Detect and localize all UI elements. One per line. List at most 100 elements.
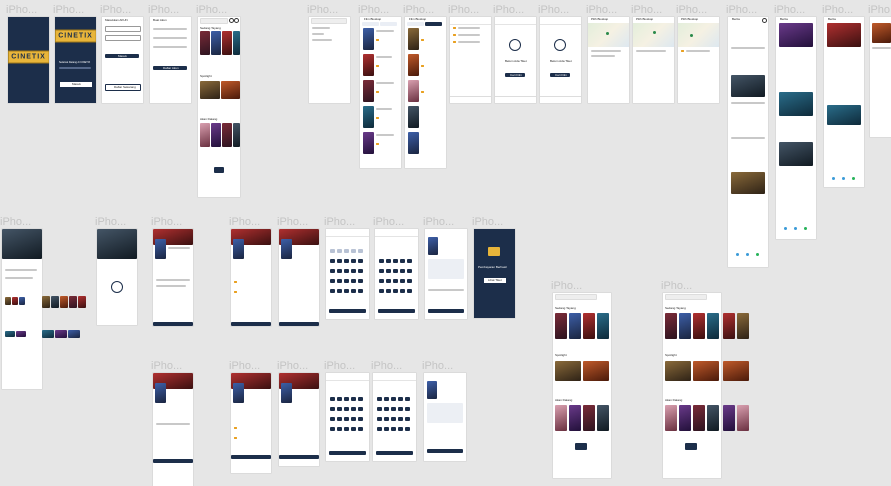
share-icon[interactable] (852, 177, 855, 180)
pay-button[interactable] (428, 309, 464, 313)
seat[interactable] (407, 279, 412, 283)
movie-poster[interactable] (583, 313, 595, 339)
movie-poster[interactable] (363, 80, 374, 102)
user-icon[interactable] (234, 18, 239, 23)
search-field[interactable] (311, 18, 347, 24)
seat[interactable] (330, 289, 335, 293)
movie-poster[interactable] (363, 106, 374, 128)
buy-ticket-button[interactable] (279, 322, 319, 326)
film-thumb[interactable] (16, 331, 26, 337)
movie-poster[interactable] (737, 405, 749, 431)
cinema-map[interactable] (678, 23, 719, 47)
seat[interactable] (337, 269, 342, 273)
search-input[interactable] (555, 294, 597, 300)
seat[interactable] (351, 269, 356, 273)
seat[interactable] (344, 427, 349, 431)
movie-poster[interactable] (737, 313, 749, 339)
share-icon[interactable] (784, 227, 787, 230)
seat[interactable] (400, 279, 405, 283)
seat[interactable] (330, 427, 335, 431)
movie-poster[interactable] (569, 313, 581, 339)
seat[interactable] (344, 407, 349, 411)
seat[interactable] (386, 269, 391, 273)
buy-ticket-button[interactable] (279, 455, 319, 459)
seat[interactable] (330, 259, 335, 263)
spotlight-image[interactable] (693, 361, 719, 381)
movie-poster[interactable] (693, 405, 705, 431)
seat[interactable] (351, 397, 356, 401)
share-icon[interactable] (746, 253, 749, 256)
seat[interactable] (393, 269, 398, 273)
movie-poster[interactable] (363, 28, 374, 50)
seat[interactable] (398, 417, 403, 421)
seat[interactable] (358, 249, 363, 253)
seat[interactable] (337, 289, 342, 293)
cast-photo[interactable] (60, 296, 68, 308)
choose-seat-button[interactable] (329, 309, 366, 313)
seat[interactable] (330, 279, 335, 283)
movie-poster[interactable] (408, 80, 419, 102)
seat[interactable] (337, 259, 342, 263)
seat[interactable] (337, 249, 342, 253)
login-submit-button[interactable]: Masuk (105, 54, 139, 58)
seat[interactable] (407, 289, 412, 293)
tab-now-playing[interactable] (362, 22, 379, 26)
pay-button[interactable] (427, 449, 463, 453)
movie-poster[interactable] (233, 31, 240, 55)
location-pin-icon[interactable] (690, 34, 693, 37)
seat[interactable] (351, 279, 356, 283)
seat[interactable] (330, 417, 335, 421)
cinema-map[interactable] (633, 23, 674, 47)
share-icon[interactable] (842, 177, 845, 180)
movie-poster[interactable] (211, 31, 221, 55)
seat[interactable] (344, 259, 349, 263)
share-icon[interactable] (832, 177, 835, 180)
buy-ticket-button[interactable] (153, 459, 193, 463)
seat[interactable] (407, 259, 412, 263)
movie-poster[interactable] (693, 313, 705, 339)
seat[interactable] (330, 397, 335, 401)
seat[interactable] (377, 417, 382, 421)
seat[interactable] (358, 279, 363, 283)
movie-poster[interactable] (408, 28, 419, 50)
register-submit-button[interactable]: Daftar Akun (153, 66, 187, 70)
movie-poster[interactable] (408, 106, 419, 128)
movie-poster[interactable] (679, 313, 691, 339)
seat[interactable] (405, 407, 410, 411)
cast-photo[interactable] (51, 296, 59, 308)
seat[interactable] (377, 427, 382, 431)
seat[interactable] (391, 427, 396, 431)
seat[interactable] (384, 417, 389, 421)
seat[interactable] (393, 259, 398, 263)
seat[interactable] (384, 397, 389, 401)
movie-poster[interactable] (222, 123, 232, 147)
movie-poster[interactable] (222, 31, 232, 55)
splash-enter-button[interactable]: Masuk (59, 81, 93, 88)
seat[interactable] (384, 407, 389, 411)
choose-seat-button[interactable] (376, 451, 413, 455)
tab-coming-soon[interactable] (425, 22, 442, 26)
seat[interactable] (386, 259, 391, 263)
movie-poster[interactable] (233, 123, 240, 147)
movie-poster[interactable] (363, 54, 374, 76)
location-pin-icon[interactable] (653, 31, 656, 34)
movie-poster[interactable] (679, 405, 691, 431)
seat[interactable] (344, 249, 349, 253)
seat[interactable] (358, 289, 363, 293)
movie-poster[interactable] (408, 132, 419, 154)
seat[interactable] (351, 289, 356, 293)
buy-ticket-button[interactable] (231, 455, 271, 459)
tab-coming-soon[interactable] (380, 22, 397, 26)
movie-poster[interactable] (200, 31, 210, 55)
seat[interactable] (358, 417, 363, 421)
movie-poster[interactable] (665, 313, 677, 339)
seat[interactable] (330, 249, 335, 253)
spotlight-image[interactable] (555, 361, 581, 381)
seat[interactable] (351, 417, 356, 421)
seat[interactable] (344, 397, 349, 401)
seat[interactable] (400, 289, 405, 293)
seat[interactable] (377, 397, 382, 401)
seat[interactable] (358, 407, 363, 411)
seat[interactable] (391, 417, 396, 421)
movie-poster[interactable] (723, 405, 735, 431)
